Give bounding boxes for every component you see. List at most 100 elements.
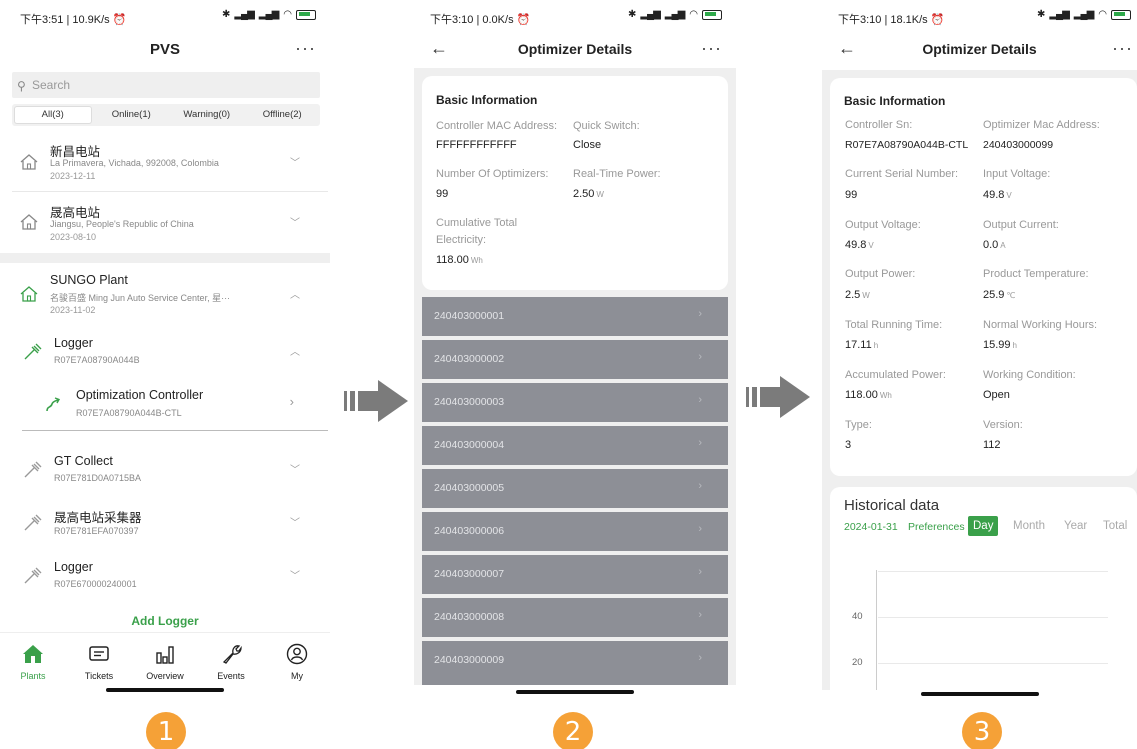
wifi-icon: ◠ — [689, 9, 698, 20]
battery-icon — [1111, 9, 1131, 20]
tab-tickets[interactable]: Tickets — [66, 633, 132, 687]
field-value: R07E7A08790A044B-CTL — [845, 139, 969, 151]
chevron-right-icon: › — [698, 523, 702, 535]
section-title: Historical data — [844, 497, 940, 514]
home-icon — [23, 645, 43, 663]
status-icons: ✱ ▂▄▆ ▂▄▆ ◠ — [222, 9, 316, 20]
more-button[interactable]: ··· — [701, 38, 722, 59]
logger-item[interactable]: Logger R07E670000240001 ﹀ — [0, 558, 330, 598]
optimizer-row[interactable]: 240403000001 › — [422, 297, 728, 336]
field-value: Open — [983, 389, 1010, 401]
tab-label: Tickets — [84, 671, 114, 681]
optimizer-row[interactable]: 240403000007 › — [422, 555, 728, 594]
battery-icon — [296, 9, 316, 20]
next-step-arrow-icon — [344, 380, 408, 422]
field-label: Controller Sn: — [845, 119, 913, 131]
optimizer-row[interactable]: 240403000009 › — [422, 641, 728, 685]
plant-name: SUNGO Plant — [50, 273, 128, 287]
field-label: Cumulative Total — [436, 217, 518, 229]
tab-events[interactable]: Events — [198, 633, 264, 687]
status-bar: 下午3:10 | 18.1K/s ⏰ ✱ ▂▄▆ ▂▄▆ ◠ — [822, 8, 1137, 28]
logger-name: 晟高电站采集器 — [54, 511, 142, 525]
logger-item[interactable]: Logger R07E7A08790A044B ︿ — [0, 334, 330, 374]
field-value: Close — [573, 139, 602, 151]
period-year-button[interactable]: Year — [1059, 516, 1092, 536]
chevron-right-icon: › — [698, 351, 702, 363]
plant-date: 2023-11-02 — [50, 305, 96, 315]
phone-optimizer-list: 下午3:10 | 0.0K/s ⏰ ✱ ▂▄▆ ▂▄▆ ◠ ← Optimize… — [414, 0, 736, 700]
preferences-link[interactable]: Preferences — [908, 521, 965, 533]
chevron-up-icon[interactable]: ︿ — [290, 286, 300, 301]
more-button[interactable]: ··· — [295, 38, 316, 59]
chevron-right-icon: › — [698, 652, 702, 664]
house-icon — [20, 214, 38, 230]
plant-item[interactable]: SUNGO Plant 名骏百盛 Ming Jun Auto Service C… — [0, 270, 330, 322]
step-badge: 3 — [962, 712, 1002, 749]
search-icon: ⚲ — [17, 79, 26, 93]
date-picker[interactable]: 2024-01-31 — [844, 521, 898, 533]
optimizer-id: 240403000006 — [434, 525, 505, 537]
logger-item[interactable]: 晟高电站采集器 R07E781EFA070397 ﹀ — [0, 505, 330, 545]
filter-online[interactable]: Online(1) — [94, 104, 170, 126]
house-icon — [20, 154, 38, 170]
period-month-button[interactable]: Month — [1008, 516, 1050, 536]
plant-item[interactable]: 晟高电站 Jiangsu, People's Republic of China… — [0, 198, 330, 250]
card-title: Basic Information — [436, 93, 538, 107]
chart-gridline — [878, 617, 1108, 618]
chevron-right-icon: › — [698, 437, 702, 449]
y-tick-label: 20 — [852, 657, 863, 668]
status-time: 下午3:10 | 0.0K/s ⏰ — [430, 14, 531, 26]
field-label: Output Power: — [845, 268, 916, 280]
wifi-icon: ◠ — [1098, 9, 1107, 20]
chevron-right-icon[interactable]: › — [290, 394, 294, 409]
period-total-button[interactable]: Total — [1098, 516, 1132, 536]
optimization-controller-item[interactable]: Optimization Controller R07E7A08790A044B… — [0, 388, 330, 428]
field-label: Current Serial Number: — [845, 168, 959, 180]
plant-item[interactable]: 新昌电站 La Primavera, Vichada, 992008, Colo… — [0, 138, 330, 190]
plug-icon — [24, 343, 42, 360]
bluetooth-icon: ✱ — [221, 9, 230, 20]
optimizer-row[interactable]: 240403000008 › — [422, 598, 728, 637]
status-icons: ✱ ▂▄▆ ▂▄▆ ◠ — [1037, 9, 1131, 20]
plant-date: 2023-08-10 — [50, 232, 97, 242]
tab-plants[interactable]: Plants — [0, 633, 66, 687]
more-button[interactable]: ··· — [1112, 38, 1133, 59]
filter-offline[interactable]: Offline(2) — [245, 104, 321, 126]
filter-all[interactable]: All(3) — [14, 106, 92, 124]
chevron-right-icon: › — [698, 566, 702, 578]
signal-icon: ▂▄▆ — [1049, 9, 1069, 20]
add-logger-button[interactable]: Add Logger — [0, 614, 330, 628]
optimizer-id: 240403000009 — [434, 654, 505, 666]
top-bar: PVS ··· — [0, 36, 330, 64]
tutorial-stage: 下午3:51 | 10.9K/s ⏰ ✱ ▂▄▆ ▂▄▆ ◠ PVS ··· ⚲… — [0, 0, 1137, 749]
optimizer-row[interactable]: 240403000002 › — [422, 340, 728, 379]
top-bar: ← Optimizer Details ··· — [822, 36, 1137, 64]
chevron-right-icon: › — [698, 308, 702, 320]
optimizer-row[interactable]: 240403000006 › — [422, 512, 728, 551]
optimizer-id: 240403000002 — [434, 353, 505, 365]
search-input[interactable]: ⚲ Search — [12, 72, 320, 98]
signal-icon-2: ▂▄▆ — [1073, 9, 1094, 20]
chart-gridline — [878, 663, 1108, 664]
chevron-down-icon[interactable]: ﹀ — [290, 214, 300, 229]
chevron-down-icon[interactable]: ﹀ — [290, 567, 300, 582]
controller-icon — [46, 397, 61, 412]
basic-information-card: Basic Information Controller Sn: R07E7A0… — [830, 78, 1137, 476]
tab-overview[interactable]: Overview — [132, 633, 198, 687]
tab-my[interactable]: My — [264, 633, 330, 687]
optimizer-row[interactable]: 240403000004 › — [422, 426, 728, 465]
optimizer-row[interactable]: 240403000003 › — [422, 383, 728, 422]
logger-item[interactable]: GT Collect R07E781D0A0715BA ﹀ — [0, 452, 330, 492]
chevron-right-icon: › — [698, 394, 702, 406]
field-label: Total Running Time: — [845, 319, 943, 331]
chevron-down-icon[interactable]: ﹀ — [290, 514, 300, 529]
optimizer-row[interactable]: 240403000005 › — [422, 469, 728, 508]
period-day-button[interactable]: Day — [968, 516, 999, 536]
chevron-up-icon[interactable]: ︿ — [290, 343, 300, 358]
chevron-down-icon[interactable]: ﹀ — [290, 154, 300, 169]
filter-warning[interactable]: Warning(0) — [169, 104, 245, 126]
status-time: 下午3:10 | 18.1K/s ⏰ — [838, 14, 945, 26]
step-badge: 1 — [146, 712, 186, 749]
divider — [12, 191, 328, 192]
chevron-down-icon[interactable]: ﹀ — [290, 461, 300, 476]
